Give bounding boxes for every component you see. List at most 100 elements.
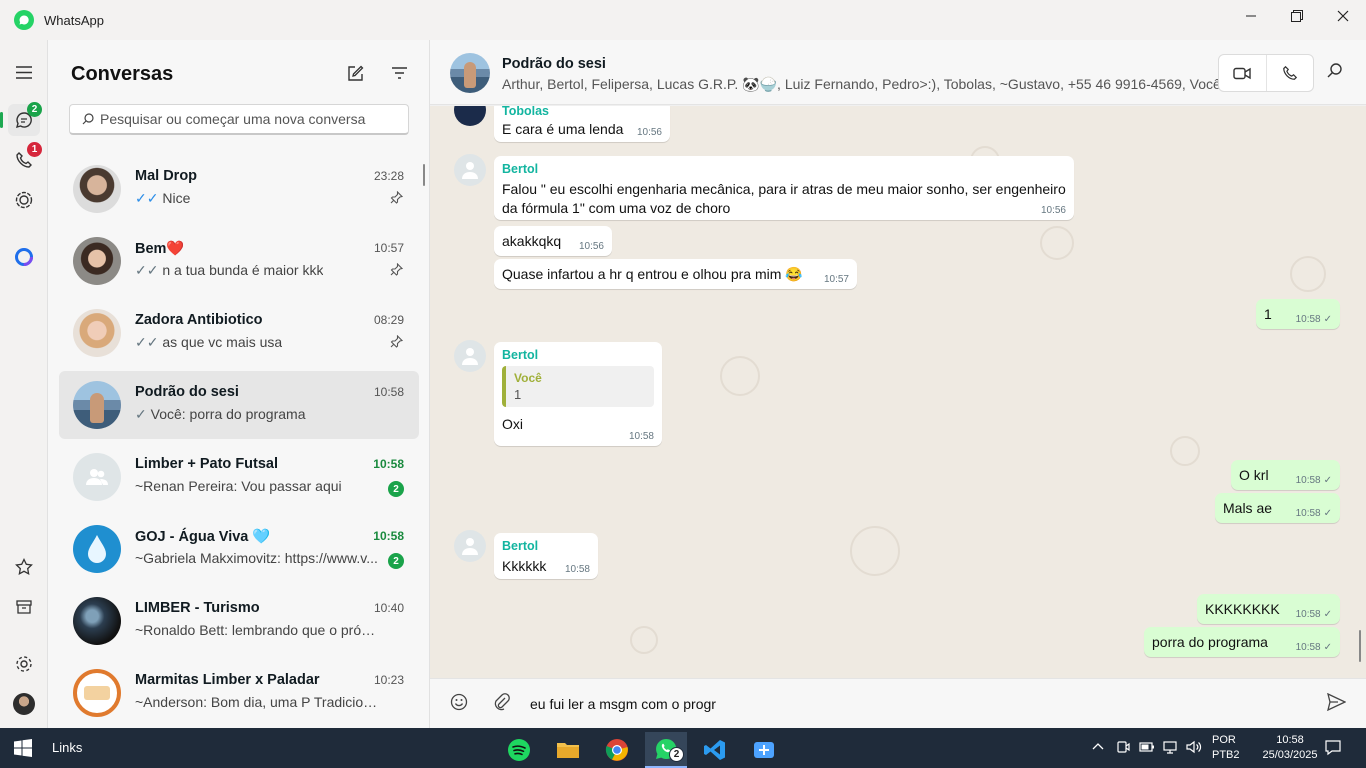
chat-list-item[interactable]: Mal Drop 23:28 ✓✓ Nice — [59, 155, 419, 223]
voice-call-button[interactable] — [1265, 55, 1313, 91]
chat-name: Mal Drop — [135, 168, 198, 184]
chat-name: LIMBER - Turismo — [135, 600, 260, 616]
spotify-icon — [508, 739, 530, 761]
message-time: 10:58 — [564, 564, 590, 575]
double-check-icon: ✓✓ — [135, 262, 163, 278]
volume-icon[interactable] — [1186, 740, 1202, 757]
message-sender: Bertol — [502, 539, 539, 553]
pin-icon — [390, 190, 404, 207]
sender-avatar[interactable] — [454, 106, 486, 126]
battery-icon[interactable] — [1139, 740, 1155, 757]
video-call-button[interactable] — [1219, 55, 1266, 91]
hamburger-icon — [16, 65, 32, 79]
taskbar-chrome[interactable] — [596, 732, 638, 768]
message-bubble: Bertol Kkkkkk 10:58 — [494, 533, 598, 579]
meta-ai-icon — [15, 248, 33, 266]
rail-meta-ai-button[interactable] — [8, 241, 40, 273]
taskbar-clock[interactable]: 10:58 25/03/2025 — [1260, 733, 1320, 763]
message-sender: Bertol — [502, 162, 539, 176]
message-scrollbar[interactable] — [1359, 630, 1361, 662]
person-icon — [462, 162, 478, 179]
notifications-icon[interactable] — [1325, 740, 1341, 759]
close-button[interactable] — [1320, 0, 1366, 32]
search-input[interactable] — [100, 111, 390, 127]
search-icon — [1327, 63, 1342, 78]
chat-preview: ✓✓ n a tua bunda é maior kkk — [135, 262, 324, 278]
wallpaper-doodle — [850, 526, 900, 576]
rail-status-button[interactable] — [8, 184, 40, 216]
send-button[interactable] — [1327, 692, 1347, 714]
chat-list-item[interactable]: Marmitas Limber x Paladar 10:23 ~Anderso… — [59, 659, 419, 727]
message-bubble: Bertol Falou " eu escolhi engenharia mec… — [494, 156, 1074, 220]
chat-time: 08:29 — [373, 313, 404, 327]
quoted-message[interactable]: Você 1 — [502, 366, 654, 407]
menu-button[interactable] — [8, 56, 40, 88]
taskbar-file-explorer[interactable] — [547, 732, 589, 768]
person-icon — [462, 348, 478, 365]
new-chat-button[interactable] — [342, 60, 368, 86]
pin-icon — [390, 262, 404, 279]
store-icon — [754, 742, 774, 758]
check-icon: ✓ — [1323, 508, 1332, 519]
search-box[interactable] — [69, 104, 409, 135]
rail-archived-button[interactable] — [8, 591, 40, 623]
chat-name: GOJ - Água Viva 🩵 — [135, 529, 271, 545]
send-icon — [1327, 692, 1347, 712]
quoted-text: 1 — [514, 387, 522, 402]
taskbar-spotify[interactable] — [498, 732, 540, 768]
avatar — [73, 237, 121, 285]
chat-list-item[interactable]: Zadora Antibiotico 08:29 ✓✓ as que vc ma… — [59, 299, 419, 367]
group-icon — [86, 469, 108, 485]
rail-calls-button[interactable]: 1 — [8, 142, 42, 176]
message-input[interactable] — [530, 691, 1290, 717]
star-icon — [15, 558, 33, 576]
windows-start-button[interactable] — [14, 739, 32, 760]
double-check-icon: ✓✓ — [135, 334, 163, 350]
chat-list-item[interactable]: LIMBER - Turismo 10:40 ~Ronaldo Bett: le… — [59, 587, 419, 655]
list-scrollbar[interactable] — [423, 164, 425, 186]
taskbar: Links 2 POR PTB2 10:58 25/03/2025 — [0, 728, 1366, 768]
sender-avatar[interactable] — [454, 154, 486, 186]
input-language[interactable]: POR PTB2 — [1212, 733, 1240, 763]
windows-icon — [14, 739, 32, 757]
clock-date: 25/03/2025 — [1262, 749, 1318, 761]
filter-button[interactable] — [386, 60, 412, 86]
chat-name: Bem❤️ — [135, 241, 185, 257]
chat-list-item[interactable]: Limber + Pato Futsal 10:58 ~Renan Pereir… — [59, 443, 419, 511]
taskbar-whatsapp[interactable]: 2 — [645, 732, 687, 768]
clock-time: 10:58 — [1276, 734, 1304, 746]
tray-meet-icon[interactable] — [1116, 740, 1130, 757]
tray-overflow-icon[interactable] — [1092, 740, 1104, 756]
taskbar-vscode[interactable] — [694, 732, 736, 768]
chat-preview: ~Gabriela Makximovitz: https://www.v... — [135, 550, 378, 566]
sender-avatar[interactable] — [454, 530, 486, 562]
chats-badge: 2 — [27, 102, 42, 117]
conversation-header[interactable]: Podrão do sesi Arthur, Bertol, Felipersa… — [430, 40, 1366, 105]
status-icon — [15, 191, 33, 209]
attach-button[interactable] — [494, 693, 510, 714]
archive-icon — [16, 600, 32, 614]
sender-avatar[interactable] — [454, 340, 486, 372]
chat-list-item[interactable]: GOJ - Água Viva 🩵 10:58 ~Gabriela Makxim… — [59, 515, 419, 583]
message-bubble-outgoing: Mals ae 10:58 ✓ — [1215, 493, 1340, 523]
chat-time: 10:58 — [373, 529, 404, 543]
rail-chats-button[interactable]: 2 — [8, 102, 42, 136]
taskbar-app-store[interactable] — [743, 732, 785, 768]
conversation-search-button[interactable] — [1327, 63, 1342, 81]
chat-list-item[interactable]: Bem❤️ 10:57 ✓✓ n a tua bunda é maior kkk — [59, 227, 419, 295]
rail-starred-button[interactable] — [8, 551, 40, 583]
avatar — [73, 597, 121, 645]
network-icon[interactable] — [1162, 740, 1180, 757]
minimize-button[interactable] — [1228, 0, 1274, 32]
message-time: 10:58 ✓ — [1295, 609, 1332, 620]
rail-settings-button[interactable] — [8, 648, 40, 680]
emoji-button[interactable] — [450, 693, 468, 714]
chat-list-item-selected[interactable]: Podrão do sesi 10:58 ✓ Você: porra do pr… — [59, 371, 419, 439]
links-toolbar[interactable]: Links — [52, 740, 82, 755]
new-chat-icon — [347, 65, 363, 81]
pin-icon — [390, 334, 404, 351]
restore-button[interactable] — [1274, 0, 1320, 32]
message-area[interactable]: Tobolas E cara é uma lenda 10:56 Bertol … — [430, 106, 1366, 678]
message-time: 10:58 ✓ — [1295, 508, 1332, 519]
rail-profile-button[interactable] — [8, 688, 40, 720]
